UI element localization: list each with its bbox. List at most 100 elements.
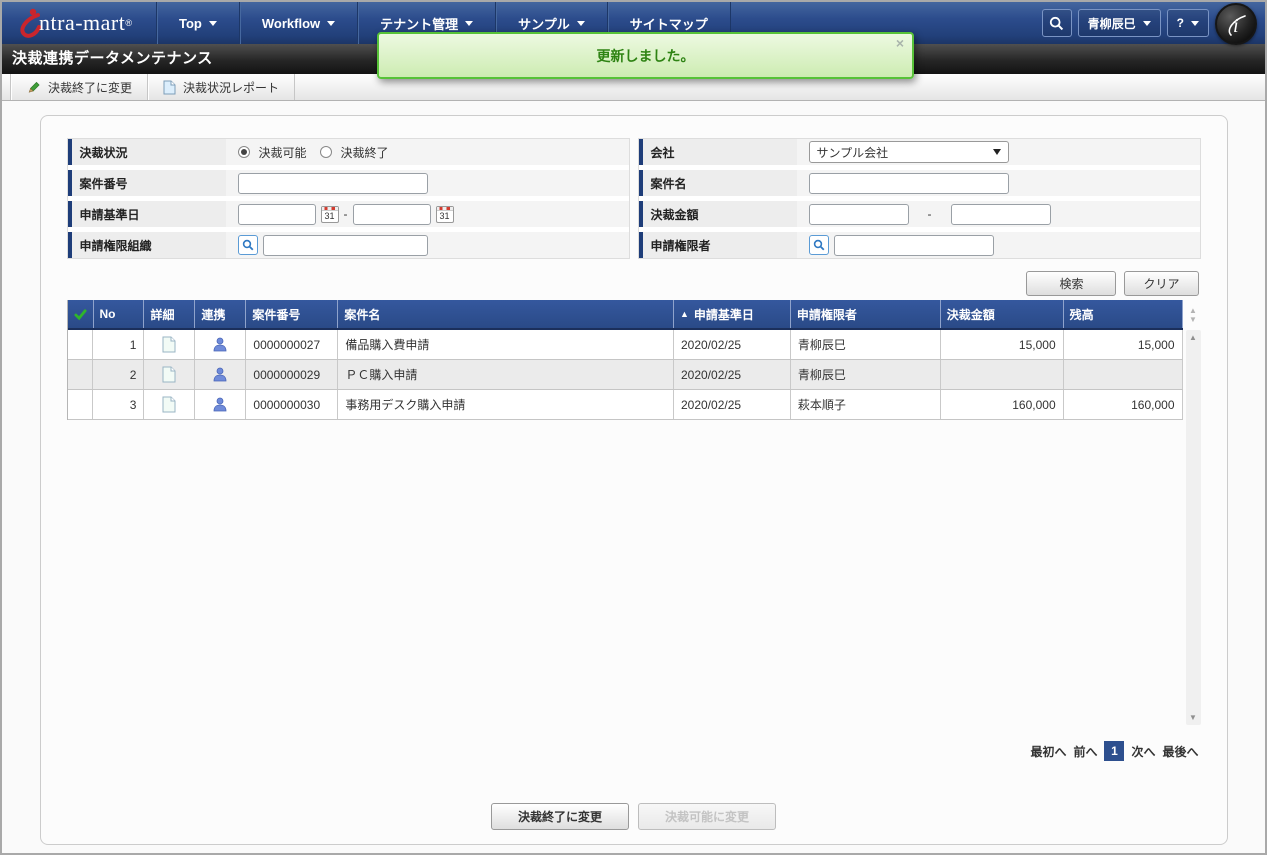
row-case-number: 0000000029 (246, 360, 338, 389)
toolbar-status-report-button[interactable]: 決裁状況レポート (148, 74, 295, 100)
header-balance[interactable]: 残高 (1064, 300, 1183, 328)
search-form-right-column: 会社 サンプル会社 案件名 決裁金額 (638, 138, 1201, 259)
amount-to-input[interactable] (951, 204, 1051, 225)
toolbar-item-label: 決裁終了に変更 (48, 79, 132, 96)
calendar-icon[interactable]: 31 (436, 206, 454, 223)
pencil-icon (26, 80, 41, 95)
detail-cell[interactable] (144, 390, 195, 419)
detail-cell[interactable] (144, 330, 195, 359)
chevron-down-icon (465, 21, 473, 26)
form-row-approval-status: 決裁状況 決裁可能 決裁終了 (68, 139, 629, 165)
org-lookup-button[interactable] (238, 235, 258, 255)
change-to-finished-button[interactable]: 決裁終了に変更 (491, 803, 629, 830)
radio-finished[interactable] (320, 146, 332, 158)
application-window: ntra-mart ® Top Workflow テナント管理 サンプル サイト… (0, 0, 1267, 855)
footer-actions: 決裁終了に変更 決裁可能に変更 (67, 803, 1201, 830)
menu-workflow-label: Workflow (262, 16, 320, 31)
table-row[interactable]: 1 0000000027 備品購入費申請 2020/02/25 青柳辰巳 15,… (68, 330, 1183, 360)
calendar-day: 31 (437, 211, 453, 221)
table-row[interactable]: 2 0000000029 ＰＣ購入申請 2020/02/25 青柳辰巳 (68, 360, 1183, 390)
authority-user-input[interactable] (834, 235, 994, 256)
grid-scrollbar[interactable]: ▲▼ ▲ ▼ (1186, 300, 1201, 725)
form-row-approval-amount: 決裁金額 - (639, 201, 1200, 227)
document-icon (162, 396, 176, 413)
amount-from-input[interactable] (809, 204, 909, 225)
calendar-icon[interactable]: 31 (321, 206, 339, 223)
row-select-cell[interactable] (68, 330, 94, 359)
grid-scroll-buttons[interactable]: ▲▼ (1186, 300, 1201, 330)
calendar-day: 31 (322, 211, 338, 221)
search-icon (242, 239, 254, 251)
header-link[interactable]: 連携 (195, 300, 246, 328)
intra-mart-logo: ntra-mart ® (2, 2, 156, 44)
row-base-date: 2020/02/25 (674, 360, 791, 389)
header-base-date-label: 申請基準日 (694, 306, 754, 323)
form-row-authority-org: 申請権限組織 (68, 232, 629, 258)
row-select-cell[interactable] (68, 390, 94, 419)
page-first-link[interactable]: 最初へ (1030, 743, 1066, 760)
radio-finished-label[interactable]: 決裁終了 (341, 144, 389, 161)
link-cell[interactable] (195, 390, 246, 419)
header-case-name[interactable]: 案件名 (338, 300, 674, 328)
header-detail[interactable]: 詳細 (144, 300, 195, 328)
row-balance (1064, 360, 1183, 389)
table-row[interactable]: 3 0000000030 事務用デスク購入申請 2020/02/25 萩本順子 … (68, 390, 1183, 420)
scroll-up-icon[interactable]: ▲ (1186, 333, 1201, 342)
radio-approvable-label[interactable]: 決裁可能 (259, 144, 307, 161)
global-search-button[interactable] (1042, 9, 1072, 37)
page-next-link[interactable]: 次へ (1131, 743, 1155, 760)
content-panel: 決裁状況 決裁可能 決裁終了 案件番号 申請基準日 (40, 115, 1228, 845)
authority-org-input[interactable] (263, 235, 428, 256)
toolbar-change-to-finished-button[interactable]: 決裁終了に変更 (10, 74, 148, 100)
svg-text:i: i (1233, 15, 1239, 37)
header-base-date[interactable]: ▲ 申請基準日 (674, 300, 791, 328)
base-date-field: 31 - 31 (226, 201, 629, 227)
chevron-down-icon (209, 21, 217, 26)
user-lookup-button[interactable] (809, 235, 829, 255)
base-date-to-input[interactable] (353, 204, 431, 225)
form-row-base-date: 申請基準日 31 - 31 (68, 201, 629, 227)
document-icon (162, 366, 176, 383)
link-cell[interactable] (195, 360, 246, 389)
case-name-field (797, 170, 1200, 196)
detail-cell[interactable] (144, 360, 195, 389)
base-date-from-input[interactable] (238, 204, 316, 225)
search-button[interactable]: 検索 (1026, 271, 1116, 296)
row-amount (941, 360, 1064, 389)
row-no: 1 (93, 330, 144, 359)
field-label: 決裁状況 (68, 139, 226, 165)
row-base-date: 2020/02/25 (674, 330, 791, 359)
search-icon (813, 239, 825, 251)
radio-approvable[interactable] (238, 146, 250, 158)
menu-workflow[interactable]: Workflow (239, 2, 357, 44)
header-amount[interactable]: 決裁金額 (941, 300, 1064, 328)
field-label: 申請基準日 (68, 201, 226, 227)
scroll-down-icon[interactable]: ▼ (1186, 713, 1201, 722)
intra-mart-badge-icon[interactable]: i (1215, 3, 1257, 45)
change-to-approvable-button: 決裁可能に変更 (638, 803, 776, 830)
page-prev-link[interactable]: 前へ (1073, 743, 1097, 760)
chevron-down-icon (993, 149, 1001, 155)
scrollbar-track[interactable]: ▲ ▼ (1186, 330, 1201, 725)
link-cell[interactable] (195, 330, 246, 359)
page-last-link[interactable]: 最後へ (1162, 743, 1198, 760)
company-select[interactable]: サンプル会社 (809, 141, 1009, 163)
row-select-cell[interactable] (68, 360, 94, 389)
toolbar-item-label: 決裁状況レポート (183, 79, 279, 96)
header-case-number[interactable]: 案件番号 (246, 300, 338, 328)
clear-button[interactable]: クリア (1124, 271, 1198, 296)
search-actions: 検索 クリア (67, 271, 1199, 296)
user-menu-button[interactable]: 青柳辰巳 (1078, 9, 1161, 37)
help-menu-button[interactable]: ? (1167, 9, 1209, 37)
result-grid-area: No 詳細 連携 案件番号 案件名 ▲ 申請基準日 申請権限者 決裁金額 残高 … (67, 300, 1201, 725)
menu-top[interactable]: Top (156, 2, 239, 44)
field-label: 案件番号 (68, 170, 226, 196)
row-no: 2 (93, 360, 144, 389)
close-icon[interactable]: × (896, 35, 904, 51)
row-case-number: 0000000030 (246, 390, 338, 419)
header-no[interactable]: No (94, 300, 145, 328)
case-name-input[interactable] (809, 173, 1009, 194)
header-applicant[interactable]: 申請権限者 (791, 300, 941, 328)
case-number-input[interactable] (238, 173, 428, 194)
select-all-header[interactable] (68, 300, 94, 328)
